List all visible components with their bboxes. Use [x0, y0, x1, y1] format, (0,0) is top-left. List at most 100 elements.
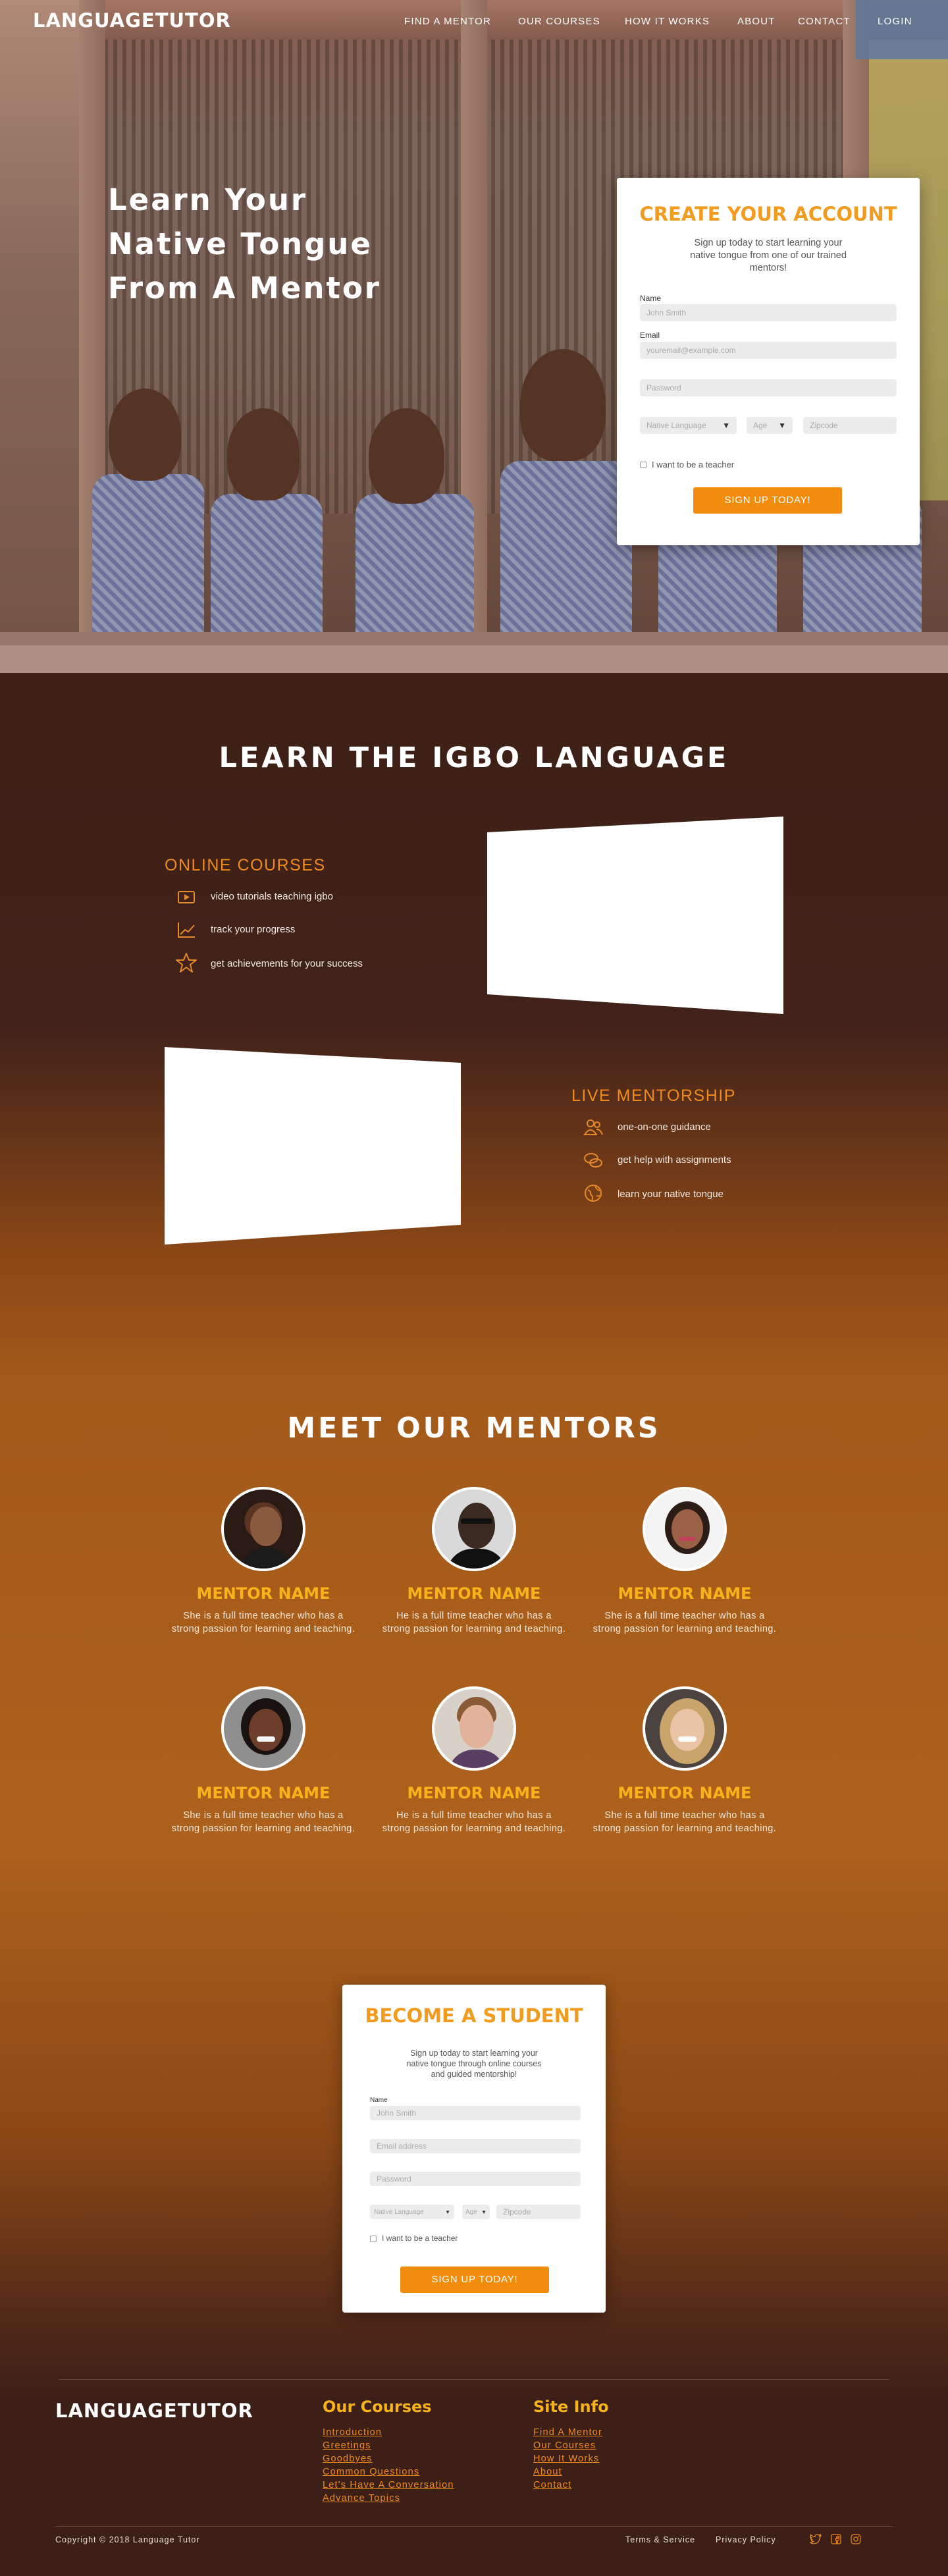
become-student-subtitle: Sign up today to start learning your nat…: [406, 2049, 542, 2079]
teacher-checkbox-label: I want to be a teacher: [652, 460, 735, 470]
teacher-checkbox-label: I want to be a teacher: [382, 2234, 458, 2243]
mentor-card[interactable]: MENTOR NAME She is a full time teacher w…: [165, 1686, 362, 1835]
avatar: [221, 1487, 305, 1571]
footer-link[interactable]: Common Questions: [323, 2465, 454, 2479]
name-label: Name: [370, 2097, 388, 2104]
chart-icon: [175, 919, 198, 941]
online-courses-title: ONLINE COURSES: [165, 856, 326, 874]
instagram-icon[interactable]: [851, 2534, 861, 2547]
footer-info-list: Find A Mentor Our Courses How It Works A…: [533, 2426, 602, 2492]
zipcode-field[interactable]: Zipcode: [496, 2205, 581, 2219]
nav-find-a-mentor[interactable]: FIND A MENTOR: [404, 16, 491, 27]
facebook-icon[interactable]: [831, 2534, 841, 2547]
feature-item: one-on-one guidance: [618, 1121, 711, 1133]
footer-courses-title: Our Courses: [323, 2398, 432, 2416]
become-student-title: BECOME A STUDENT: [365, 2004, 583, 2027]
create-account-title: CREATE YOUR ACCOUNT: [639, 203, 897, 225]
create-account-card: CREATE YOUR ACCOUNT Sign up today to sta…: [617, 178, 920, 545]
chevron-down-icon: ▼: [778, 421, 786, 430]
globe-icon: [582, 1182, 604, 1204]
footer-link[interactable]: Introduction: [323, 2426, 454, 2439]
footer-divider: [59, 2379, 889, 2380]
teacher-checkbox[interactable]: [370, 2236, 377, 2242]
mentor-name: MENTOR NAME: [407, 1784, 541, 1802]
footer-link[interactable]: Our Courses: [533, 2439, 602, 2452]
signup-button[interactable]: SIGN UP TODAY!: [693, 487, 842, 514]
name-field[interactable]: John Smith: [370, 2106, 581, 2120]
footer-link[interactable]: Greetings: [323, 2439, 454, 2452]
feature-item: get help with assignments: [618, 1154, 731, 1166]
nav-how-it-works[interactable]: HOW IT WORKS: [625, 16, 710, 27]
nav-login[interactable]: LOGIN: [878, 16, 912, 27]
twitter-icon[interactable]: [810, 2533, 822, 2547]
age-select[interactable]: Age ▼: [462, 2205, 490, 2219]
hero-title-line: From A Mentor: [108, 271, 381, 306]
feature-item: get achievements for your success: [211, 958, 363, 969]
footer-logo[interactable]: LANGUAGETUTOR: [55, 2400, 253, 2422]
avatar: [643, 1487, 727, 1571]
live-mentorship-title: LIVE MENTORSHIP: [571, 1087, 736, 1105]
footer-link[interactable]: Advance Topics: [323, 2492, 454, 2505]
mentor-card[interactable]: MENTOR NAME He is a full time teacher wh…: [375, 1487, 573, 1636]
mentor-bio: She is a full time teacher who has a str…: [171, 1810, 356, 1834]
terms-link[interactable]: Terms & Service: [625, 2535, 695, 2544]
avatar: [432, 1686, 516, 1771]
feature-item: track your progress: [211, 924, 296, 935]
mentor-name: MENTOR NAME: [407, 1584, 541, 1603]
mentor-bio: She is a full time teacher who has a str…: [592, 1611, 777, 1634]
age-select[interactable]: Age ▼: [747, 417, 793, 434]
name-field[interactable]: John Smith: [640, 304, 897, 321]
avatar: [643, 1686, 727, 1771]
footer-link[interactable]: About: [533, 2465, 602, 2479]
star-icon: [175, 952, 198, 974]
zipcode-field[interactable]: Zipcode: [803, 417, 897, 434]
footer-link[interactable]: Let's Have A Conversation: [323, 2479, 454, 2492]
mentors-section-title: MEET OUR MENTORS: [287, 1412, 661, 1445]
footer-courses-list: Introduction Greetings Goodbyes Common Q…: [323, 2426, 454, 2505]
mentor-name: MENTOR NAME: [618, 1784, 752, 1802]
native-language-select[interactable]: Native Language ▼: [370, 2205, 454, 2219]
privacy-link[interactable]: Privacy Policy: [716, 2535, 776, 2544]
feature-item: video tutorials teaching igbo: [211, 891, 333, 902]
people-icon: [582, 1116, 604, 1139]
mentor-card[interactable]: MENTOR NAME She is a full time teacher w…: [165, 1487, 362, 1636]
hero-title-line: Native Tongue: [108, 227, 373, 261]
copyright: Copyright © 2018 Language Tutor: [55, 2535, 200, 2544]
footer-link[interactable]: How It Works: [533, 2452, 602, 2465]
password-field[interactable]: Password: [640, 379, 897, 396]
footer-info-title: Site Info: [533, 2398, 609, 2416]
avatar: [221, 1686, 305, 1771]
footer-link[interactable]: Find A Mentor: [533, 2426, 602, 2439]
igbo-section-title: LEARN THE IGBO LANGUAGE: [219, 741, 729, 774]
nav-contact[interactable]: CONTACT: [798, 16, 851, 27]
become-student-card: BECOME A STUDENT Sign up today to start …: [342, 1985, 606, 2313]
email-field[interactable]: Email address: [370, 2139, 581, 2153]
name-label: Name: [640, 294, 662, 303]
hero-title: Learn Your Native Tongue From A Mentor: [108, 178, 411, 310]
native-language-select[interactable]: Native Language ▼: [640, 417, 737, 434]
footer-link[interactable]: Goodbyes: [323, 2452, 454, 2465]
mentor-card[interactable]: MENTOR NAME He is a full time teacher wh…: [375, 1686, 573, 1835]
footer-link[interactable]: Contact: [533, 2479, 602, 2492]
hero-title-line: Learn Your: [108, 182, 308, 217]
live-mentorship-image: [165, 1047, 461, 1247]
footer-bottom-divider: [55, 2526, 893, 2527]
nav-our-courses[interactable]: OUR COURSES: [518, 16, 600, 27]
email-field[interactable]: youremail@example.com: [640, 342, 897, 359]
mentor-name: MENTOR NAME: [618, 1584, 752, 1603]
mentor-card[interactable]: MENTOR NAME She is a full time teacher w…: [586, 1686, 783, 1835]
online-courses-image: [487, 817, 783, 1017]
chat-icon: [582, 1149, 604, 1171]
chevron-down-icon: ▼: [722, 421, 730, 430]
student-signup-button[interactable]: SIGN UP TODAY!: [400, 2267, 549, 2293]
site-logo[interactable]: LANGUAGETUTOR: [33, 9, 231, 32]
nav-about[interactable]: ABOUT: [737, 16, 776, 27]
play-icon: [175, 886, 198, 908]
teacher-checkbox[interactable]: [640, 462, 646, 468]
mentor-card[interactable]: MENTOR NAME She is a full time teacher w…: [586, 1487, 783, 1636]
password-field[interactable]: Password: [370, 2172, 581, 2186]
email-label: Email: [640, 331, 660, 340]
mentor-bio: She is a full time teacher who has a str…: [592, 1810, 777, 1834]
mentor-bio: She is a full time teacher who has a str…: [171, 1611, 356, 1634]
chevron-down-icon: ▼: [481, 2209, 487, 2215]
